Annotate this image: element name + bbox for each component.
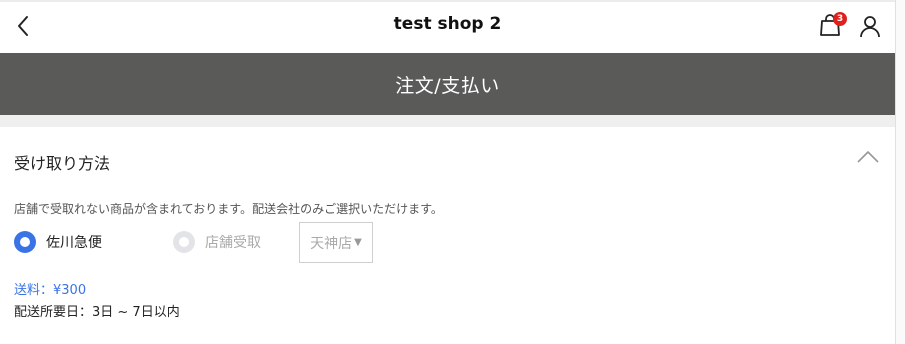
shipping-fee: 送料：¥300 <box>14 283 87 298</box>
section-divider <box>0 115 895 127</box>
store-select[interactable]: 天神店 ▼ <box>299 222 373 263</box>
page-title: 注文/支払い <box>395 74 500 97</box>
caret-down-icon: ▼ <box>354 237 362 248</box>
delivery-option-label: 佐川急便 <box>46 235 102 251</box>
app-frame: test shop 2 3 注文/支払い 受け取り方法 店舗で受取れない商品が含… <box>0 0 895 344</box>
section-title: 受け取り方法 <box>14 154 111 173</box>
page-header: 注文/支払い <box>0 53 895 115</box>
pickup-notice: 店舗で受取れない商品が含まれております。配送会社のみご選択いただけます。 <box>14 202 443 216</box>
delivery-option-store-pickup: 店舗受取 <box>173 231 261 253</box>
store-select-value: 天神店 <box>310 235 353 252</box>
cart-count-badge: 3 <box>833 12 847 26</box>
radio-disabled-icon <box>173 231 195 253</box>
top-navigation-bar: test shop 2 3 <box>0 0 895 53</box>
delivery-days: 配送所要日：3日 ~ 7日以内 <box>14 305 180 320</box>
chevron-up-icon <box>857 151 879 163</box>
user-button[interactable] <box>858 13 884 41</box>
receive-method-section: 受け取り方法 店舗で受取れない商品が含まれております。配送会社のみご選択いただけ… <box>0 127 895 344</box>
shop-title: test shop 2 <box>393 14 502 34</box>
delivery-option-label: 店舗受取 <box>205 235 261 251</box>
radio-selected-icon <box>14 231 36 253</box>
delivery-option-sagawa[interactable]: 佐川急便 <box>14 231 102 253</box>
user-icon <box>860 16 880 38</box>
collapse-button[interactable] <box>856 149 882 167</box>
scrollbar-track[interactable] <box>895 0 905 344</box>
